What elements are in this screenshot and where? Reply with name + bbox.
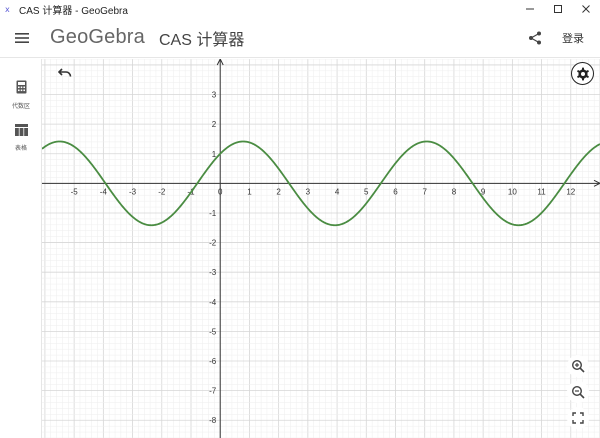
x-tick-label: 1 — [247, 187, 252, 196]
x-tick-label: -4 — [100, 187, 108, 196]
zoom-in-icon[interactable] — [567, 355, 589, 377]
function-plot[interactable]: -5 -4 -3 -2 -1 0 1 2 3 4 5 6 7 8 9 10 11 12321-1-2-3-4-5-… — [42, 59, 600, 438]
maximize-button[interactable] — [544, 0, 572, 18]
close-button[interactable] — [572, 0, 600, 18]
minimize-button[interactable] — [516, 0, 544, 18]
sidebar-item-label: 表格 — [14, 146, 27, 152]
x-tick-label: -2 — [158, 187, 166, 196]
hamburger-menu-icon[interactable] — [10, 26, 34, 50]
x-tick-label: 7 — [422, 187, 427, 196]
app-header: GeoGebra CAS 计算器 登录 — [0, 18, 600, 58]
x-tick-label: -3 — [129, 187, 137, 196]
y-tick-label: -1 — [209, 209, 217, 218]
y-tick-label: -8 — [209, 416, 217, 425]
sidebar-item-algebra[interactable]: 代数区 — [0, 80, 42, 110]
svg-text:x: x — [5, 5, 10, 14]
x-tick-label: 5 — [364, 187, 369, 196]
window-title: CAS 计算器 - GeoGebra — [19, 5, 128, 17]
zoom-out-icon[interactable] — [567, 381, 589, 403]
y-tick-label: -6 — [209, 357, 217, 366]
graphics-view[interactable]: -5 -4 -3 -2 -1 0 1 2 3 4 5 6 7 8 9 10 11 12 3 2 1 -1 -2 -3 -4 -5-… — [42, 59, 600, 438]
x-tick-label: 10 — [508, 187, 517, 196]
window-titlebar: x CAS 计算器 - GeoGebra — [0, 0, 600, 18]
undo-icon[interactable] — [56, 64, 74, 82]
y-tick-label: -5 — [209, 327, 217, 336]
x-tick-label: 12 — [566, 187, 575, 196]
sidebar: 代数区 表格 — [0, 59, 42, 438]
x-tick-label: -5 — [71, 187, 79, 196]
x-tick-label: 2 — [276, 187, 281, 196]
geogebra-app-icon: x — [5, 4, 15, 14]
table-icon — [14, 123, 28, 141]
sidebar-item-label: 代数区 — [11, 104, 30, 110]
y-tick-label: -2 — [209, 239, 217, 248]
app-name: CAS 计算器 — [159, 31, 245, 49]
login-button[interactable]: 登录 — [562, 30, 584, 46]
y-tick-label: -3 — [209, 268, 217, 277]
x-tick-label: 8 — [452, 187, 457, 196]
share-icon[interactable] — [524, 27, 546, 49]
gear-icon[interactable] — [571, 62, 594, 85]
x-tick-label: 6 — [393, 187, 398, 196]
y-tick-label: -7 — [209, 387, 217, 396]
x-tick-label: 3 — [306, 187, 311, 196]
y-tick-label: 2 — [212, 120, 217, 129]
geogebra-logo: GeoGebra — [50, 26, 145, 48]
y-tick-label: -4 — [209, 298, 217, 307]
x-tick-label: 11 — [537, 187, 546, 196]
sidebar-item-table[interactable]: 表格 — [0, 123, 42, 152]
x-tick-label: 0 — [218, 187, 223, 196]
calculator-icon — [16, 80, 27, 99]
y-tick-label: 3 — [212, 91, 217, 100]
x-tick-label: 4 — [335, 187, 340, 196]
fullscreen-icon[interactable] — [567, 407, 589, 429]
